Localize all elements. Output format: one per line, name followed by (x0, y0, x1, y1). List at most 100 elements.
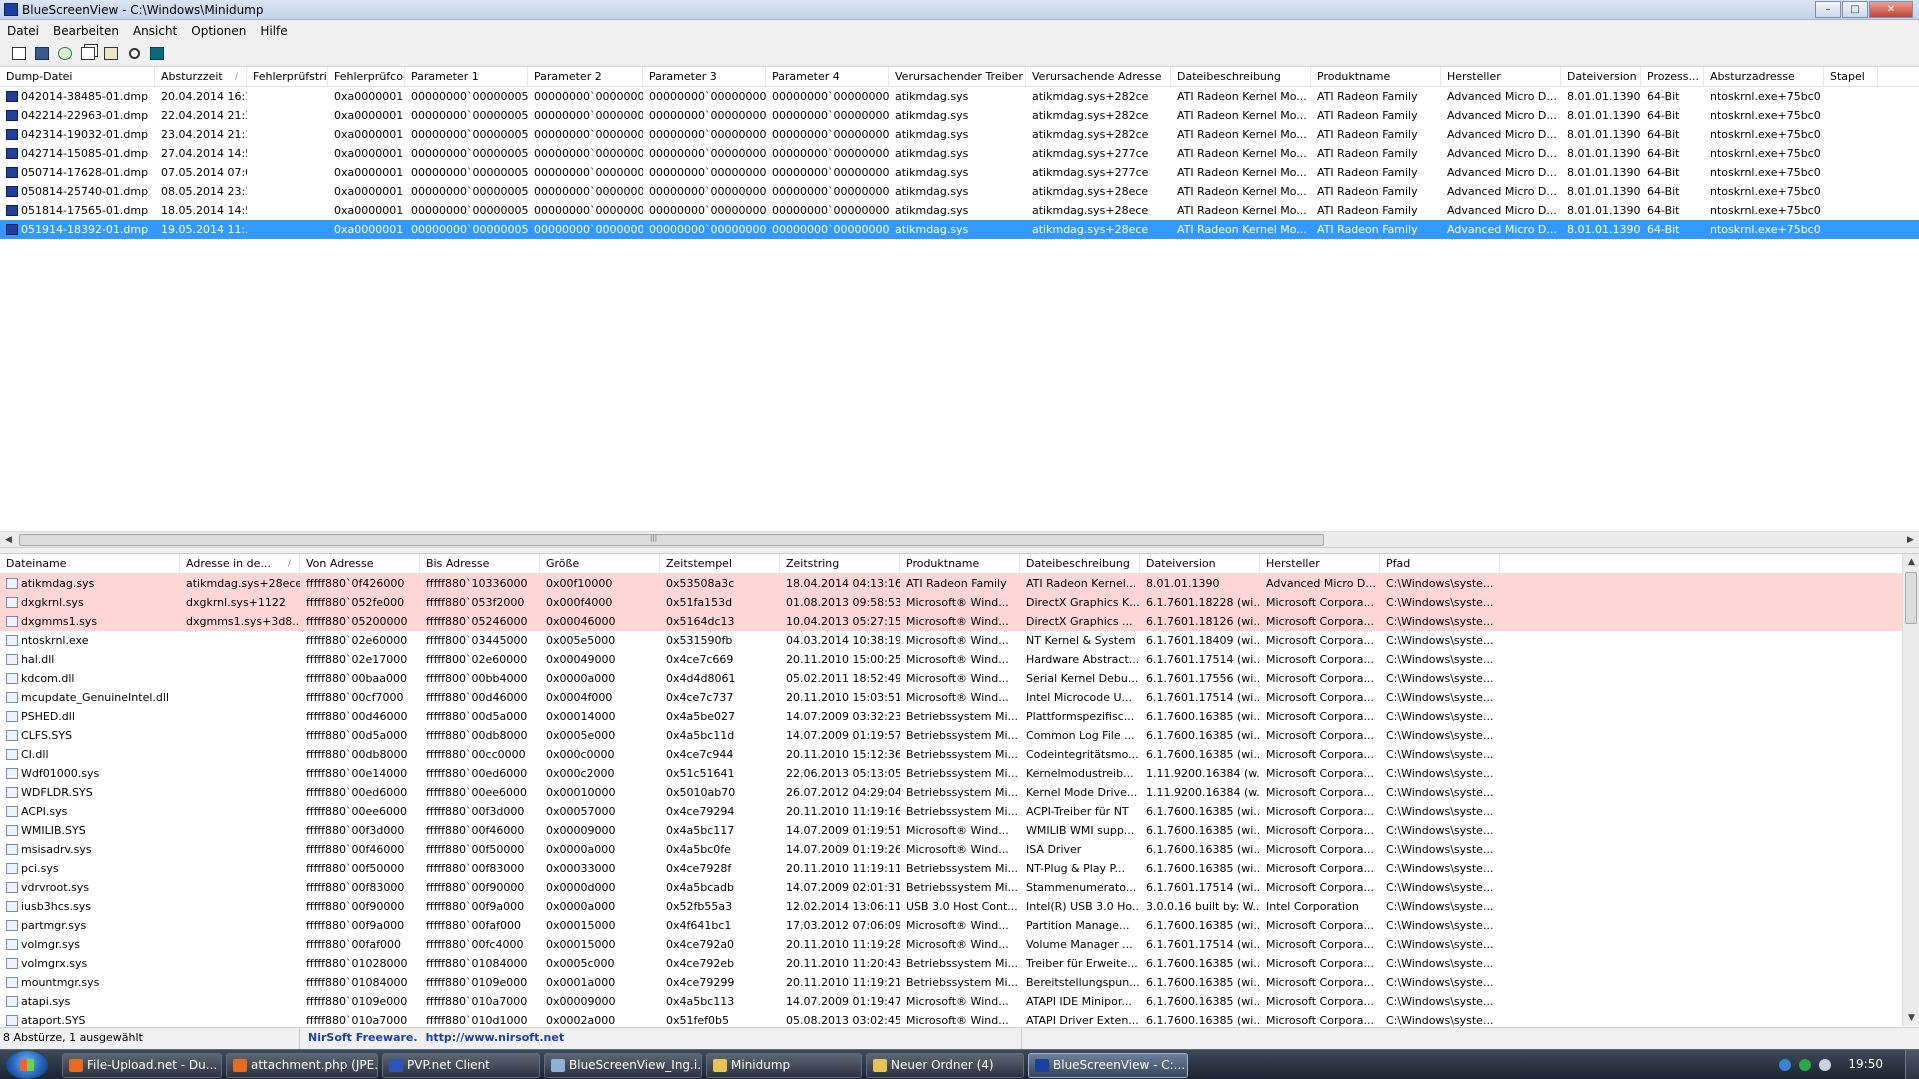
nirsoft-link[interactable]: http://www.nirsoft.net (426, 1031, 565, 1044)
table-row[interactable]: volmgrx.sys fffff880`01028000 fffff880`010… (0, 954, 1902, 973)
column-header-produktname[interactable]: Produktname (900, 554, 1020, 573)
menu-hilfe[interactable]: Hilfe (253, 24, 294, 38)
scrollbar-thumb[interactable] (19, 534, 1324, 546)
column-header-verursachende-adresse[interactable]: Verursachende Adresse (1026, 67, 1171, 86)
table-row[interactable]: mountmgr.sys fffff880`01084000 fffff880`01… (0, 973, 1902, 992)
column-header-dateiversion[interactable]: Dateiversion (1140, 554, 1260, 573)
column-header-stapel[interactable]: Stapel (1824, 67, 1878, 86)
table-row[interactable]: 051914-18392-01.dmp 19.05.2014 11:37:40 0x… (0, 220, 1919, 239)
table-row[interactable]: PSHED.dll fffff880`00d46000 fffff880`00d5a… (0, 707, 1902, 726)
menu-ansicht[interactable]: Ansicht (126, 24, 184, 38)
show-desktop-button[interactable] (1905, 1050, 1919, 1079)
table-row[interactable]: atikmdag.sys atikmdag.sys+28ece fffff880`0… (0, 574, 1902, 593)
table-row[interactable]: Wdf01000.sys fffff880`00e14000 fffff880`00… (0, 764, 1902, 783)
column-header-pfad[interactable]: Pfad (1380, 554, 1500, 573)
table-row[interactable]: ataport.SYS fffff880`010a7000 fffff880`010… (0, 1011, 1902, 1026)
exit-button[interactable] (146, 43, 168, 65)
table-row[interactable]: kdcom.dll fffff880`00baa000 fffff800`00bb4… (0, 669, 1902, 688)
table-row[interactable]: msisadrv.sys fffff880`00f46000 fffff880`00… (0, 840, 1902, 859)
clock[interactable]: 19:50 (1848, 1057, 1883, 1071)
column-header-parameter-3[interactable]: Parameter 3 (643, 67, 766, 86)
column-header-dump-datei[interactable]: Dump-Datei (0, 67, 155, 86)
table-row[interactable]: mcupdate_GenuineIntel.dll fffff880`00cf70… (0, 688, 1902, 707)
maximize-button[interactable]: □ (1842, 1, 1868, 18)
column-header-dateiversion[interactable]: Dateiversion (1561, 67, 1641, 86)
column-header-hersteller[interactable]: Hersteller (1441, 67, 1561, 86)
volume-icon[interactable] (1819, 1059, 1831, 1071)
taskbar-item-bluescreenview-c[interactable]: BlueScreenView - C:... (1028, 1053, 1188, 1078)
table-row[interactable]: dxgkrnl.sys dxgkrnl.sys+1122 fffff880`052f… (0, 593, 1902, 612)
taskbar-item-neuer-ordner-4[interactable]: Neuer Ordner (4) (866, 1053, 1024, 1078)
close-button[interactable]: ✕ (1869, 1, 1913, 18)
column-header-zeitstempel[interactable]: Zeitstempel (660, 554, 780, 573)
column-header-parameter-1[interactable]: Parameter 1 (405, 67, 528, 86)
column-header-parameter-4[interactable]: Parameter 4 (766, 67, 889, 86)
column-header-hersteller[interactable]: Hersteller (1260, 554, 1380, 573)
table-row[interactable]: 042214-22963-01.dmp 22.04.2014 21:30:29 0x… (0, 106, 1919, 125)
column-header-absturzzeit[interactable]: Absturzzeit / (155, 67, 247, 86)
table-row[interactable]: ntoskrnl.exe fffff880`02e60000 fffff800`03… (0, 631, 1902, 650)
start-button[interactable] (6, 1051, 48, 1079)
cell-text: 00000000`00000000 (534, 147, 643, 160)
column-header-adresse-in-de[interactable]: Adresse in de... / (180, 554, 300, 573)
column-header-dateibeschreibung[interactable]: Dateibeschreibung (1020, 554, 1140, 573)
table-row[interactable]: CLFS.SYS fffff880`00d5a000 fffff880`00db80… (0, 726, 1902, 745)
table-row[interactable]: volmgr.sys fffff880`00faf000 fffff880`00fc… (0, 935, 1902, 954)
properties-button[interactable] (100, 43, 122, 65)
table-row[interactable]: atapi.sys fffff880`0109e000 fffff880`010a7… (0, 992, 1902, 1011)
menu-optionen[interactable]: Optionen (184, 24, 253, 38)
table-row[interactable]: hal.dll fffff880`02e17000 fffff800`02e6000… (0, 650, 1902, 669)
crash-list-horizontal-scrollbar[interactable]: ◀ ||| ▶ (0, 531, 1919, 547)
table-row[interactable]: 042314-19032-01.dmp 23.04.2014 21:15:11 0x… (0, 125, 1919, 144)
security-icon[interactable] (1799, 1059, 1811, 1071)
column-header-produktname[interactable]: Produktname (1311, 67, 1441, 86)
pane-splitter[interactable] (0, 547, 1919, 554)
minimize-button[interactable]: – (1815, 1, 1841, 18)
taskbar-item-minidump[interactable]: Minidump (706, 1053, 862, 1078)
table-row[interactable]: 042714-15085-01.dmp 27.04.2014 14:55:01 0x… (0, 144, 1919, 163)
column-header-prozess[interactable]: Prozess... (1641, 67, 1704, 86)
table-row[interactable]: 042014-38485-01.dmp 20.04.2014 16:19:08 0x… (0, 87, 1919, 106)
column-header-fehlerpr-fstring[interactable]: Fehlerprüfstring (247, 67, 328, 86)
find-button[interactable] (123, 43, 145, 65)
table-row[interactable]: 050714-17628-01.dmp 07.05.2014 07:07:40 0x… (0, 163, 1919, 182)
taskbar-item-bluescreenview-ing-i[interactable]: BlueScreenView_Ing.i... (544, 1053, 702, 1078)
column-header-von-adresse[interactable]: Von Adresse (300, 554, 420, 573)
taskbar-item-pvp-net-client[interactable]: PVP.net Client (382, 1053, 540, 1078)
scroll-right-icon[interactable]: ▶ (1902, 532, 1919, 548)
table-row[interactable]: 051814-17565-01.dmp 18.05.2014 14:56:07 0x… (0, 201, 1919, 220)
table-row[interactable]: ACPI.sys fffff880`00ee6000 fffff880`00f3d0… (0, 802, 1902, 821)
copy-button[interactable] (77, 43, 99, 65)
column-header-gr-e[interactable]: Größe (540, 554, 660, 573)
table-row[interactable]: WDFLDR.SYS fffff880`00ed6000 fffff880`00ee… (0, 783, 1902, 802)
save-button[interactable] (31, 43, 53, 65)
taskbar-item-attachment-php-jpe[interactable]: attachment.php (JPE... (226, 1053, 378, 1078)
table-row[interactable]: 050814-25740-01.dmp 08.05.2014 23:14:44 0x… (0, 182, 1919, 201)
driver-list-vertical-scrollbar[interactable]: ▲ ▼ (1902, 554, 1919, 1026)
taskbar-item-file-upload-net-du[interactable]: File-Upload.net - Du... (62, 1053, 222, 1078)
column-header-absturzadresse[interactable]: Absturzadresse (1704, 67, 1824, 86)
table-row[interactable]: WMILIB.SYS fffff880`00f3d000 fffff880`00f4… (0, 821, 1902, 840)
column-header-fehlerpr-fcode[interactable]: Fehlerprüfcode (328, 67, 405, 86)
scroll-down-icon[interactable]: ▼ (1903, 1010, 1919, 1026)
table-row[interactable]: vdrvroot.sys fffff880`00f83000 fffff880`00… (0, 878, 1902, 897)
menu-datei[interactable]: Datei (0, 24, 46, 38)
table-row[interactable]: iusb3hcs.sys fffff880`00f90000 fffff880`00… (0, 897, 1902, 916)
html-report-button[interactable] (8, 43, 30, 65)
network-icon[interactable] (1779, 1059, 1791, 1071)
menu-bearbeiten[interactable]: Bearbeiten (46, 24, 126, 38)
table-row[interactable]: CI.dll fffff880`00db8000 fffff880`00cc0000… (0, 745, 1902, 764)
column-header-parameter-2[interactable]: Parameter 2 (528, 67, 643, 86)
column-header-verursachender-treiber[interactable]: Verursachender Treiber (889, 67, 1026, 86)
column-header-zeitstring[interactable]: Zeitstring (780, 554, 900, 573)
scrollbar-thumb[interactable] (1905, 572, 1917, 624)
table-row[interactable]: dxgmms1.sys dxgmms1.sys+3d8... fffff880`05… (0, 612, 1902, 631)
column-header-dateibeschreibung[interactable]: Dateibeschreibung (1171, 67, 1311, 86)
refresh-button[interactable] (54, 43, 76, 65)
scroll-up-icon[interactable]: ▲ (1903, 554, 1919, 570)
column-header-bis-adresse[interactable]: Bis Adresse (420, 554, 540, 573)
scroll-left-icon[interactable]: ◀ (0, 532, 17, 548)
table-row[interactable]: pci.sys fffff880`00f50000 fffff880`00f8300… (0, 859, 1902, 878)
column-header-dateiname[interactable]: Dateiname (0, 554, 180, 573)
table-row[interactable]: partmgr.sys fffff880`00f9a000 fffff880`00f… (0, 916, 1902, 935)
